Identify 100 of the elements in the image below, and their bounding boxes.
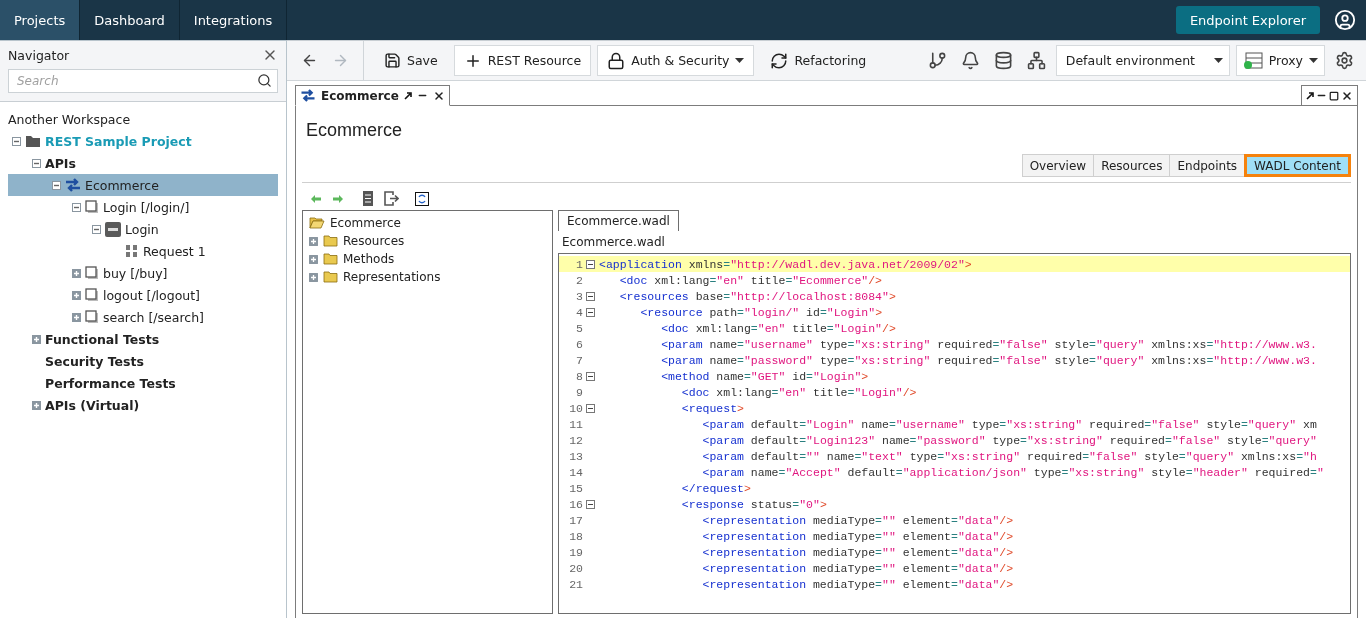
code-line: <param default="" name="text" type="xs:string" required="false" style="query" xmlns:xs="h: [701, 449, 1317, 463]
fold-icon[interactable]: [585, 291, 595, 301]
line-number: 3: [575, 289, 583, 303]
expand-icon[interactable]: [72, 312, 81, 322]
line-number: 1: [575, 257, 583, 271]
line-number: 17: [568, 513, 583, 527]
code-line: <param default="Login" name="username" type="xs:string" required="false" style="query" xm: [701, 417, 1317, 431]
list-icon[interactable]: [362, 191, 374, 206]
code-line: <representation mediaType="" element="data"/>: [701, 561, 1014, 575]
tree-item[interactable]: search [/search]: [8, 306, 278, 328]
line-number: 18: [568, 529, 583, 543]
tree-item[interactable]: Functional Tests: [8, 328, 278, 350]
fold-icon[interactable]: [585, 307, 595, 317]
folder-icon: [323, 235, 338, 247]
code-line: <representation mediaType="" element="data"/>: [701, 545, 1014, 559]
code-line: <param name="username" type="xs:string" required="false" style="query" xmlns:xs="http://www.w3.: [660, 337, 1317, 351]
collapse-icon[interactable]: [12, 136, 21, 146]
view-tab[interactable]: Resources: [1093, 154, 1171, 177]
file-tab[interactable]: Ecommerce.wadl: [558, 210, 679, 231]
line-number: 7: [575, 353, 583, 367]
tree-item[interactable]: APIs (Virtual): [8, 394, 278, 416]
detach-icon[interactable]: [403, 91, 412, 100]
view-tab[interactable]: Overview: [1021, 154, 1095, 177]
page-icon: [85, 288, 99, 302]
line-number: 4: [575, 305, 583, 319]
endpoint-explorer-button[interactable]: Endpoint Explorer: [1175, 6, 1320, 34]
collapse-icon[interactable]: [92, 224, 101, 234]
lock-icon: [607, 51, 626, 70]
toolbar-button[interactable]: Refactoring: [760, 45, 877, 76]
folder-icon: [323, 253, 338, 265]
line-number: 16: [568, 497, 583, 511]
toolbar-button[interactable]: Save: [374, 45, 448, 76]
folder-icon: [323, 271, 338, 283]
expand-icon[interactable]: [32, 334, 41, 344]
code-line: <param name="Accept" default="application/json" type="xs:string" style="header" required=": [701, 465, 1324, 479]
line-number: 9: [575, 385, 583, 399]
tree-item[interactable]: Request 1: [8, 240, 278, 262]
tree-item[interactable]: Performance Tests: [8, 372, 278, 394]
server-icon: [1242, 51, 1263, 70]
fold-icon[interactable]: [585, 259, 595, 269]
toolbar-button[interactable]: Auth & Security: [597, 45, 755, 76]
page-icon: [85, 310, 99, 324]
export-icon[interactable]: [384, 191, 399, 206]
swap-arrows-icon: [300, 89, 316, 102]
tree-item[interactable]: APIs: [8, 152, 278, 174]
detach-icon[interactable]: [1306, 91, 1314, 100]
tree-item[interactable]: Another Workspace: [8, 108, 278, 130]
code-line: <representation mediaType="" element="data"/>: [701, 529, 1014, 543]
tree-item[interactable]: Security Tests: [8, 350, 278, 372]
outline-item[interactable]: Resources: [305, 232, 550, 250]
code-line: <method name="GET" id="Login">: [660, 369, 869, 383]
top-tab[interactable]: Projects: [0, 0, 81, 40]
close-icon[interactable]: [1341, 89, 1353, 102]
code-line: <representation mediaType="" element="data"/>: [701, 577, 1014, 591]
caret-icon: [1213, 58, 1223, 63]
expand-icon[interactable]: [72, 290, 81, 300]
toolbar-button[interactable]: REST Resource: [453, 45, 592, 76]
view-tab[interactable]: Endpoints: [1169, 154, 1246, 177]
proxy-button[interactable]: Proxy: [1235, 45, 1325, 76]
sync-icon[interactable]: [415, 191, 429, 206]
line-number: 10: [568, 401, 583, 415]
collapse-icon[interactable]: [32, 158, 41, 168]
fold-icon[interactable]: [585, 371, 595, 381]
outline-item[interactable]: Representations: [305, 268, 550, 286]
outline-item[interactable]: Ecommerce: [305, 214, 550, 232]
expand-icon[interactable]: [309, 272, 318, 282]
page-title: Ecommerce: [306, 120, 403, 140]
editor-tab[interactable]: Ecommerce: [295, 85, 450, 106]
method-badge-icon: [105, 221, 121, 237]
tree-item[interactable]: logout [/logout]: [8, 284, 278, 306]
view-tab[interactable]: WADL Content: [1244, 154, 1351, 177]
open-folder-icon: [309, 217, 325, 229]
outline-item[interactable]: Methods: [305, 250, 550, 268]
collapse-icon[interactable]: [52, 180, 61, 190]
tree-item[interactable]: Login: [8, 218, 278, 240]
swap-arrows-icon: [65, 178, 81, 192]
search-field[interactable]: Search: [8, 69, 278, 93]
expand-icon[interactable]: [309, 236, 318, 246]
expand-icon[interactable]: [32, 400, 41, 410]
tree-item[interactable]: buy [/buy]: [8, 262, 278, 284]
line-number: 19: [568, 545, 583, 559]
expand-icon[interactable]: [72, 268, 81, 278]
back-icon[interactable]: [301, 52, 318, 69]
code-editor[interactable]: [558, 253, 1351, 614]
fold-icon[interactable]: [585, 403, 595, 413]
request-icon: [125, 244, 139, 258]
code-line: <representation mediaType="" element="data"/>: [701, 513, 1014, 527]
fold-icon[interactable]: [585, 499, 595, 509]
environment-select[interactable]: Default environment: [1055, 45, 1230, 76]
line-number: 2: [575, 273, 583, 287]
code-line: <doc xml:lang="en" title="Ecommerce"/>: [618, 273, 883, 287]
maximize-icon[interactable]: [1329, 90, 1339, 101]
search-icon[interactable]: [257, 73, 272, 88]
collapse-icon[interactable]: [72, 202, 81, 212]
code-line: <application xmlns="http://wadl.dev.java.net/2009/02">: [598, 257, 972, 271]
user-icon[interactable]: [1334, 9, 1356, 31]
close-icon[interactable]: [432, 89, 445, 102]
tree-item[interactable]: Ecommerce: [8, 174, 278, 196]
expand-icon[interactable]: [309, 254, 318, 264]
tree-item[interactable]: Login [/login/]: [8, 196, 278, 218]
